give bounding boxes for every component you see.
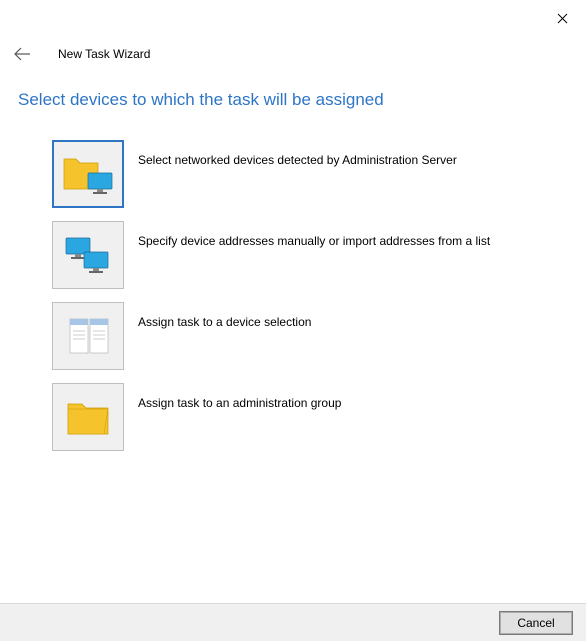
option-label: Assign task to an administration group [138, 383, 341, 412]
cancel-button[interactable]: Cancel [500, 612, 572, 634]
option-admin-group[interactable]: Assign task to an administration group [52, 383, 566, 451]
footer-bar: Cancel [0, 603, 586, 641]
back-button[interactable] [10, 42, 34, 66]
folder-icon [52, 383, 124, 451]
option-networked-devices[interactable]: Select networked devices detected by Adm… [52, 140, 566, 208]
option-device-selection[interactable]: Assign task to a device selection [52, 302, 566, 370]
options-list: Select networked devices detected by Adm… [52, 140, 566, 464]
page-heading: Select devices to which the task will be… [18, 90, 384, 110]
wizard-title: New Task Wizard [58, 47, 150, 61]
documents-icon [52, 302, 124, 370]
option-manual-addresses[interactable]: Specify device addresses manually or imp… [52, 221, 566, 289]
close-icon[interactable] [552, 8, 572, 28]
folder-monitor-icon [52, 140, 124, 208]
option-label: Select networked devices detected by Adm… [138, 140, 457, 169]
two-monitors-icon [52, 221, 124, 289]
option-label: Specify device addresses manually or imp… [138, 221, 490, 250]
option-label: Assign task to a device selection [138, 302, 311, 331]
